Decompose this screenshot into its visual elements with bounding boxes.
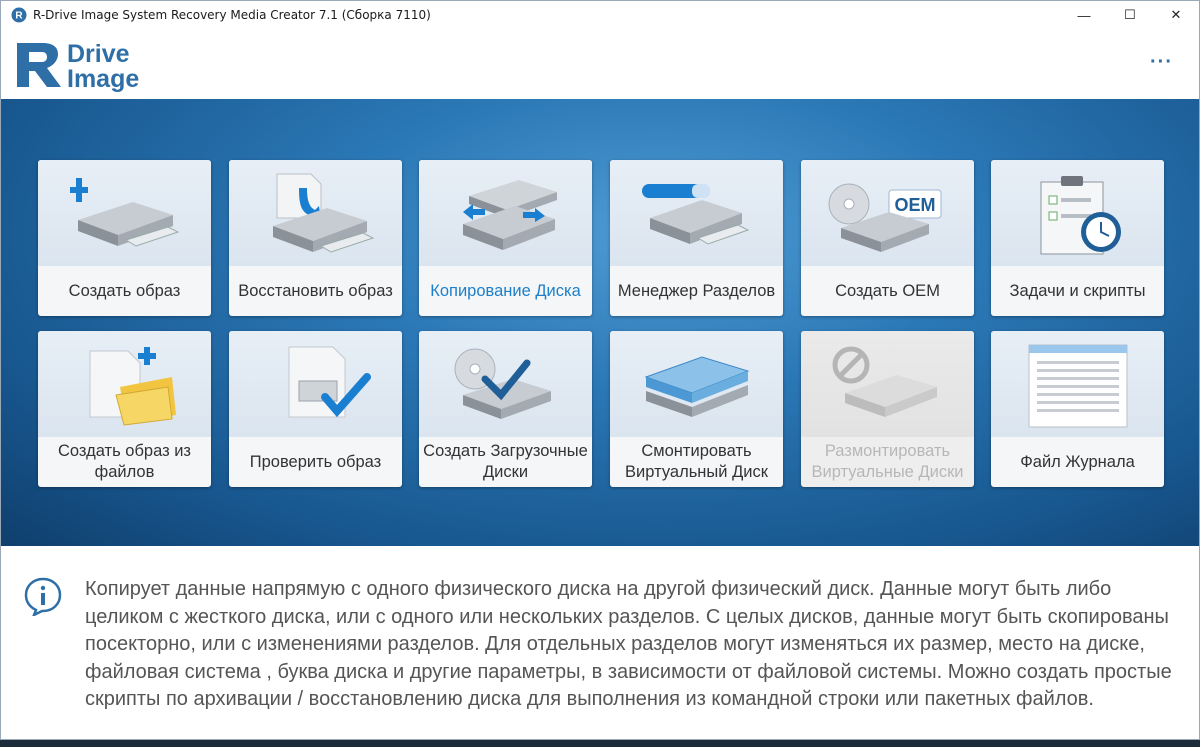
log-file-icon	[991, 331, 1164, 437]
logo-line2: Image	[67, 65, 139, 93]
tile-label: Восстановить образ	[238, 281, 393, 300]
tasks-scripts-icon	[991, 160, 1164, 266]
tile-label: Создать OEM	[835, 281, 940, 300]
close-button[interactable]: ✕	[1153, 1, 1199, 29]
tile-create-image[interactable]: Создать образ	[38, 160, 211, 316]
tile-partition-manager[interactable]: Менеджер Разделов	[610, 160, 783, 316]
tile-verify-image[interactable]: Проверить образ	[229, 331, 402, 487]
tile-image-from-files[interactable]: Создать образ из файлов	[38, 331, 211, 487]
tile-restore-image[interactable]: Восстановить образ	[229, 160, 402, 316]
restore-image-icon	[229, 160, 402, 266]
logo-line1: Drive	[67, 40, 130, 68]
boot-disks-icon	[419, 331, 592, 437]
tile-label: Копирование Диска	[430, 281, 581, 300]
copy-disk-icon	[419, 160, 592, 266]
image-from-files-icon	[38, 331, 211, 437]
r-drive-image-logo: Drive Image	[17, 40, 139, 93]
tile-label: Файл Журнала	[1020, 452, 1135, 471]
tile-boot-disks[interactable]: Создать Загрузочные Диски	[419, 331, 592, 487]
mount-virtual-disk-icon	[610, 331, 783, 437]
tile-copy-disk[interactable]: Копирование Диска	[419, 160, 592, 316]
app-header: Drive Image ···	[1, 29, 1199, 99]
title-bar[interactable]: R R-Drive Image System Recovery Media Cr…	[1, 1, 1199, 29]
tile-label: Проверить образ	[249, 452, 382, 471]
tile-log-file[interactable]: Файл Журнала	[991, 331, 1164, 487]
taskbar	[0, 740, 1200, 747]
more-menu-icon[interactable]: ···	[1150, 51, 1173, 74]
tile-label: Задачи и скрипты	[1009, 281, 1146, 300]
tile-label: Создать образ из файлов	[57, 442, 191, 481]
create-image-icon	[38, 160, 211, 266]
description-panel: Копирует данные напрямую с одного физиче…	[1, 546, 1199, 739]
info-icon	[24, 577, 62, 616]
tile-label: Размонтировать Виртуальные Диски	[811, 442, 964, 481]
window-controls: — ☐ ✕	[1061, 1, 1199, 29]
tile-label: Создать образ	[68, 281, 181, 300]
tile-mount-virtual-disk[interactable]: Смонтировать Виртуальный Диск	[610, 331, 783, 487]
tile-label: Менеджер Разделов	[617, 281, 776, 300]
create-oem-icon: OEM	[801, 160, 974, 266]
tile-unmount-virtual-disks[interactable]: Размонтировать Виртуальные Диски	[801, 331, 974, 487]
minimize-button[interactable]: —	[1061, 1, 1107, 29]
oem-badge: OEM	[894, 195, 935, 215]
verify-image-icon	[229, 331, 402, 437]
tile-label: Смонтировать Виртуальный Диск	[625, 442, 768, 481]
maximize-button[interactable]: ☐	[1107, 1, 1153, 29]
partition-manager-icon	[610, 160, 783, 266]
app-logo-icon: R	[11, 7, 27, 23]
svg-text:R: R	[15, 11, 23, 22]
window-title: R-Drive Image System Recovery Media Crea…	[33, 8, 431, 22]
app-window: R R-Drive Image System Recovery Media Cr…	[0, 0, 1200, 740]
description-text: Копирует данные напрямую с одного физиче…	[85, 578, 1172, 710]
tile-create-oem[interactable]: OEM Создать OEM	[801, 160, 974, 316]
unmount-virtual-disks-icon	[801, 331, 974, 437]
action-tiles-panel: Создать образ Восстановить образ Копиров…	[1, 99, 1199, 546]
tile-label: Создать Загрузочные Диски	[423, 442, 588, 481]
tile-tasks-scripts[interactable]: Задачи и скрипты	[991, 160, 1164, 316]
